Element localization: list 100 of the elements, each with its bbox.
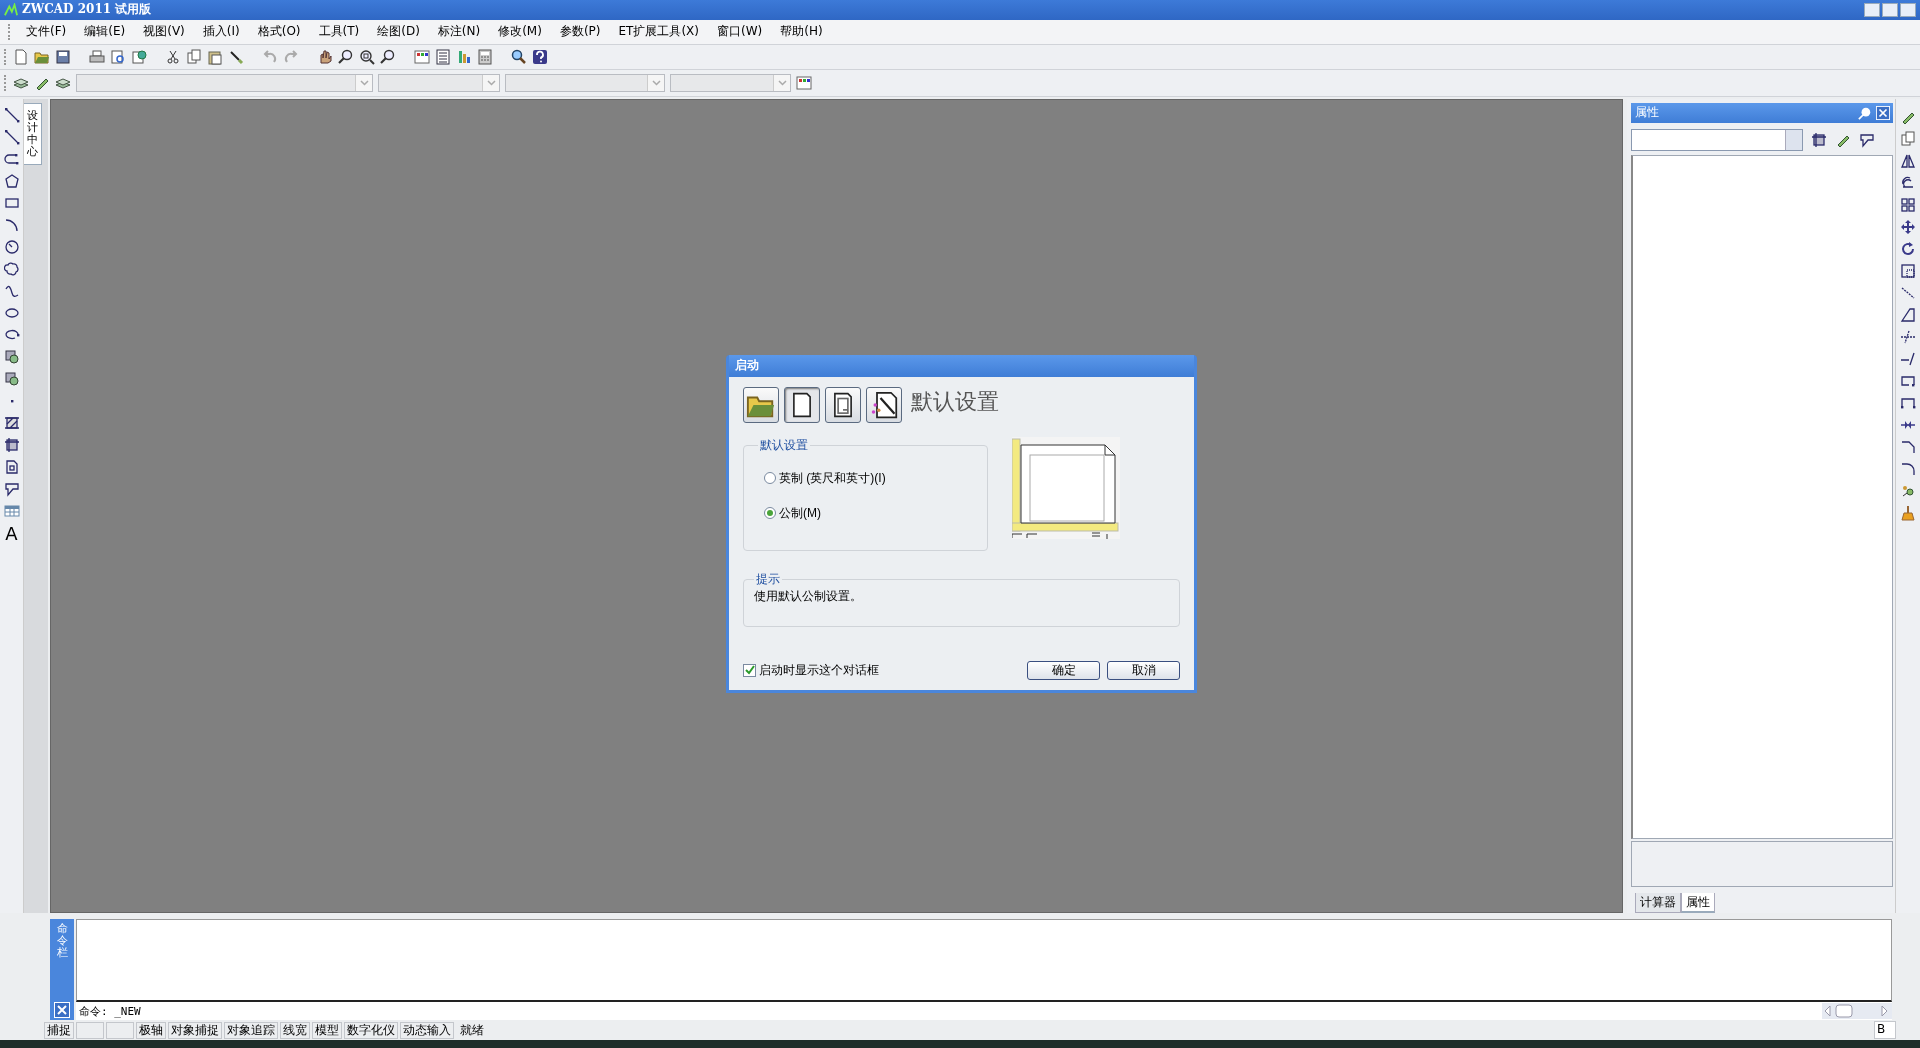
boundary-icon[interactable] (3, 458, 20, 475)
status-toggle[interactable]: 极轴 (136, 1021, 166, 1039)
mirror-icon[interactable] (1900, 152, 1916, 169)
palette-icon[interactable] (796, 74, 812, 91)
dialog-button[interactable]: 确定 (1027, 660, 1100, 680)
pin-icon[interactable] (1858, 105, 1872, 120)
globe-page-icon[interactable] (131, 48, 147, 65)
restore-button[interactable] (1882, 2, 1898, 17)
menu-item[interactable]: 窗口(W) (708, 21, 772, 43)
copy-icon[interactable] (1900, 130, 1916, 147)
line-icon[interactable] (3, 106, 20, 123)
scrollbar-drawing[interactable] (1822, 1003, 1892, 1020)
status-toggle[interactable]: 动态输入 (400, 1021, 454, 1039)
radio-button[interactable] (764, 472, 776, 485)
chevron-icon (651, 79, 661, 86)
status-box: B (1874, 1021, 1896, 1040)
hand-icon[interactable] (317, 48, 333, 65)
zoom-window-icon[interactable] (359, 48, 375, 65)
palette-icon[interactable] (414, 48, 430, 65)
menu-item[interactable]: 工具(T) (309, 21, 369, 43)
grid-squares-icon[interactable] (1900, 196, 1916, 213)
menu-item[interactable]: 插入(I) (193, 21, 249, 43)
clipboard-icon[interactable] (207, 48, 223, 65)
cloud-icon[interactable] (3, 260, 20, 277)
scissors-icon[interactable] (165, 48, 181, 65)
shapes-icon[interactable] (3, 370, 20, 387)
drawing-canvas[interactable]: 启动 默认设置 默认设置 英制 (英尺和英寸)(I) 公制(M) 提示 使用默认公制设置。 启动时显示这个对话框 确定 取消 (50, 98, 1623, 913)
brush-icon[interactable] (228, 48, 244, 65)
table-icon[interactable] (3, 502, 20, 519)
circular-arrow-icon[interactable] (1900, 240, 1916, 257)
broom-icon[interactable] (1900, 504, 1916, 521)
check-icon (744, 665, 755, 676)
object-dropdown[interactable] (1631, 128, 1803, 151)
arc-icon[interactable] (3, 216, 20, 233)
chevron-icon (359, 79, 369, 86)
group-label: 默认设置 (759, 436, 809, 454)
menu-item[interactable]: 绘图(D) (368, 21, 429, 43)
checkbox[interactable] (743, 663, 756, 677)
zoom-icon[interactable] (380, 48, 396, 65)
close-button[interactable] (1900, 2, 1916, 17)
menu-item[interactable]: 视图(V) (134, 21, 194, 43)
status-toggle[interactable]: 捕捉 (44, 1021, 74, 1039)
printer-icon[interactable] (89, 48, 105, 65)
callout-icon[interactable] (1859, 131, 1875, 148)
radio-button[interactable] (764, 507, 776, 520)
trapezoid-icon[interactable] (1900, 306, 1916, 323)
radio-option[interactable]: 公制(M) (764, 504, 821, 522)
close-icon[interactable] (54, 1002, 70, 1019)
menu-item[interactable]: 格式(O) (248, 21, 310, 43)
search-icon[interactable] (511, 48, 527, 65)
text-tool[interactable]: A (5, 524, 18, 543)
region-icon[interactable] (1811, 131, 1827, 148)
shapes-icon[interactable] (3, 348, 20, 365)
panel-tab[interactable]: 计算器 (1635, 892, 1681, 913)
app-logo-icon (4, 2, 18, 17)
status-toggle[interactable]: 数字化仪 (344, 1021, 398, 1039)
line-icon[interactable] (3, 128, 20, 145)
copy-icon[interactable] (186, 48, 202, 65)
callout-icon[interactable] (3, 480, 20, 497)
page-icon[interactable] (13, 48, 29, 65)
status-toggle[interactable]: 对象捕捉 (168, 1021, 222, 1039)
calculator-icon[interactable] (477, 48, 493, 65)
dialog-button[interactable]: 取消 (1107, 660, 1180, 680)
preview-icon[interactable] (110, 48, 126, 65)
grid-panel-icon[interactable] (435, 48, 451, 65)
hint-text: 使用默认公制设置。 (754, 588, 862, 603)
status-toggle[interactable]: 模型 (312, 1021, 342, 1039)
menu-item[interactable]: 参数(P) (550, 21, 610, 43)
menu-item[interactable]: 修改(M) (489, 21, 551, 43)
circle-icon[interactable] (3, 238, 20, 255)
panel-tab[interactable]: 属性 (1681, 892, 1715, 913)
scale-squares-icon[interactable] (1900, 262, 1916, 279)
chevron-icon (777, 79, 787, 86)
layer-bars-icon[interactable] (456, 48, 472, 65)
menu-item[interactable]: 帮助(H) (771, 21, 832, 43)
region-icon[interactable] (3, 436, 20, 453)
design-center-tab[interactable]: 设计中心 (24, 102, 42, 166)
crossing-lines-icon[interactable] (1900, 328, 1916, 345)
zoom-icon[interactable] (338, 48, 354, 65)
close-icon[interactable] (1876, 105, 1890, 120)
chamfer-icon[interactable] (1900, 438, 1916, 455)
status-toggle[interactable]: 对象追踪 (224, 1021, 278, 1039)
offset-icon[interactable] (1900, 174, 1916, 191)
extend-line-icon[interactable] (1900, 350, 1916, 367)
menu-item[interactable]: 标注(N) (428, 21, 490, 43)
mode-button[interactable] (866, 386, 902, 423)
polygon-icon[interactable] (3, 172, 20, 189)
menu-item[interactable]: 文件(F) (17, 21, 76, 43)
four-way-arrow-icon[interactable] (1900, 218, 1916, 235)
menu-item[interactable]: ET扩展工具(X) (609, 21, 708, 43)
menu-item[interactable]: 编辑(E) (75, 21, 135, 43)
mode-button[interactable] (825, 386, 861, 423)
fillet-icon[interactable] (1900, 460, 1916, 477)
status-toggle[interactable]: 线宽 (280, 1021, 310, 1039)
radio-label: 公制(M) (779, 504, 821, 522)
help-icon[interactable] (532, 48, 548, 65)
mode-button[interactable] (784, 386, 820, 423)
minimize-button[interactable] (1864, 2, 1880, 17)
command-panel-label: 命令栏 (56, 922, 68, 960)
hatch-icon[interactable] (3, 414, 20, 431)
